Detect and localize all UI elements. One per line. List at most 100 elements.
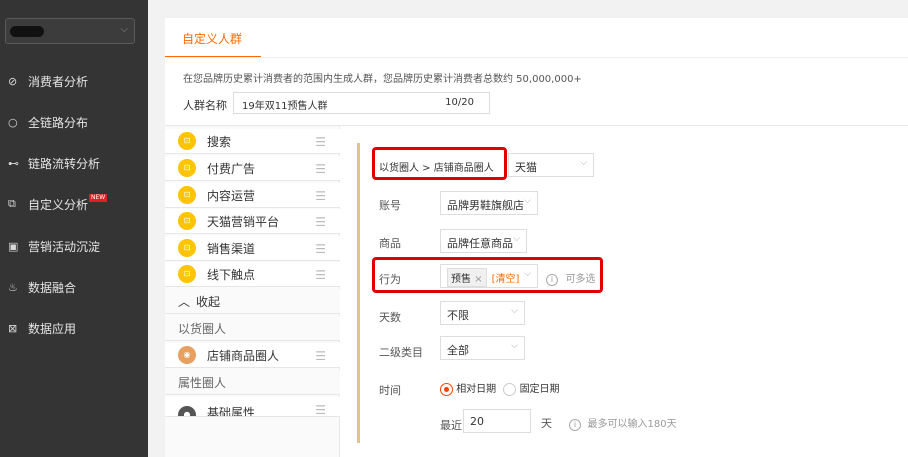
drag-handle-icon[interactable]: ☰ [315, 349, 326, 363]
time-radio-group: 相对日期 固定日期 [440, 380, 560, 396]
days-value: 不限 [447, 309, 469, 322]
crowd-description: 在您品牌历史累计消费者的范围内生成人群，您品牌历史累计消费者总数约 50,000… [183, 74, 582, 85]
chevron-down-icon: ⌵ [511, 341, 518, 351]
platform-select[interactable]: 天猫 ⌵ [508, 153, 594, 177]
behavior-tag[interactable]: 预售 × [447, 268, 487, 287]
sidebar-item-data-fusion[interactable]: ♨ 数据融合 [0, 267, 148, 307]
category-label: 销售渠道 [207, 241, 256, 256]
drag-handle-icon[interactable]: ☰ [315, 135, 326, 149]
drag-handle-icon[interactable]: ☰ [315, 189, 326, 203]
condition-panel: 以货圈人 > 店铺商品圈人 天猫 ⌵ 账号 品牌男鞋旗舰店 ⌵ 商品 品牌任意商… [357, 143, 908, 443]
sidebar-item-custom-analysis[interactable]: ⧉ 自定义分析 NEW [0, 184, 148, 224]
search-category-icon: ⊡ [178, 132, 196, 150]
drag-handle-icon[interactable]: ☰ [315, 215, 326, 229]
category-select[interactable]: 全部 ⌵ [440, 336, 525, 360]
recent-label: 最近 [440, 419, 462, 432]
paid-ads-category-icon: ⊡ [178, 159, 196, 177]
category-value: 全部 [447, 344, 469, 357]
category-item-shop-goods[interactable]: ◉ 店铺商品圈人 ☰ [165, 343, 340, 368]
relative-date-label: 相对日期 [456, 384, 497, 395]
section-label: 属性圈人 [178, 375, 227, 390]
product-select[interactable]: 品牌任意商品 ⌵ [440, 229, 527, 253]
recent-days-value: 20 [470, 415, 484, 428]
product-label: 商品 [379, 237, 401, 250]
category-label: 二级类目 [379, 346, 423, 359]
sidebar: ⌵ ⊘ 消费者分析 ○ 全链路分布 ⊷ 链路流转分析 ⧉ 自定义分析 NEW ▣… [0, 0, 148, 457]
drag-handle-icon[interactable]: ☰ [315, 268, 326, 282]
chevron-down-icon: ⌵ [511, 306, 518, 316]
radio-fixed-date[interactable] [503, 382, 517, 396]
sidebar-item-full-chain[interactable]: ○ 全链路分布 [0, 102, 148, 142]
category-item-paid-ads[interactable]: ⊡ 付费广告 ☰ [165, 156, 340, 181]
product-value: 品牌任意商品 [447, 237, 513, 250]
category-item-content[interactable]: ⊡ 内容运营 ☰ [165, 183, 340, 208]
radio-relative-date[interactable] [440, 382, 453, 396]
chain-flow-icon: ⊷ [8, 156, 19, 170]
chevron-down-icon: ⌵ [120, 24, 128, 35]
crowd-name-label: 人群名称 [183, 99, 227, 112]
breadcrumb: 以货圈人 > 店铺商品圈人 [379, 163, 494, 174]
recent-hint: 最多可以输入180天 [587, 419, 677, 430]
tab-custom-crowd[interactable]: 自定义人群 [165, 18, 261, 58]
chevron-down-icon: ⌵ [524, 196, 531, 206]
category-label: 店铺商品圈人 [207, 348, 280, 363]
section-header-goods: 以货圈人 [165, 316, 340, 341]
category-label: 搜索 [207, 134, 232, 149]
account-label: 账号 [379, 199, 401, 212]
sidebar-item-label: 营销活动沉淀 [28, 239, 101, 254]
brand-selector[interactable]: ⌵ [5, 18, 135, 44]
behavior-hint-group: i 可多选 [546, 270, 596, 286]
chevron-up-icon: ︿ [178, 294, 191, 309]
crowd-name-input[interactable]: 19年双11预售人群 10/20 [233, 92, 490, 114]
category-item-tmall-marketing[interactable]: ⊡ 天猫营销平台 ☰ [165, 209, 340, 234]
section-header-attributes: 属性圈人 [165, 370, 340, 395]
category-item-search[interactable]: ⊡ 搜索 ☰ [165, 129, 340, 154]
data-fusion-icon: ♨ [8, 280, 18, 294]
category-label: 内容运营 [207, 188, 256, 203]
platform-value: 天猫 [515, 161, 537, 174]
sidebar-item-data-app[interactable]: ⊠ 数据应用 [0, 308, 148, 348]
sidebar-item-label: 数据应用 [28, 321, 77, 336]
content-category-icon: ⊡ [178, 186, 196, 204]
category-item-offline[interactable]: ⊡ 线下触点 ☰ [165, 262, 340, 287]
sidebar-item-consumer-analysis[interactable]: ⊘ 消费者分析 [0, 61, 148, 101]
drag-handle-icon[interactable]: ☰ [315, 162, 326, 176]
sidebar-item-label: 自定义分析 [28, 197, 89, 212]
info-icon: i [546, 274, 558, 286]
behavior-label: 行为 [379, 273, 401, 286]
sidebar-item-label: 全链路分布 [28, 115, 89, 130]
fixed-date-label: 固定日期 [519, 384, 560, 395]
offline-category-icon: ⊡ [178, 265, 196, 283]
category-label: 线下触点 [207, 267, 256, 282]
chevron-down-icon: ⌵ [524, 269, 531, 279]
sidebar-item-campaign[interactable]: ▣ 营销活动沉淀 [0, 226, 148, 266]
sidebar-item-label: 数据融合 [28, 280, 77, 295]
drag-handle-icon[interactable]: ☰ [315, 403, 326, 416]
clear-button[interactable]: [清空] [492, 274, 520, 285]
category-label: 付费广告 [207, 161, 256, 176]
brand-logo [10, 26, 44, 37]
recent-hint-group: i 最多可以输入180天 [569, 415, 677, 431]
drag-handle-icon[interactable]: ☰ [315, 242, 326, 256]
close-icon[interactable]: × [474, 274, 482, 285]
chevron-down-icon: ⌵ [580, 158, 587, 168]
category-item-sales-channel[interactable]: ⊡ 销售渠道 ☰ [165, 236, 340, 261]
collapse-button[interactable]: ︿ 收起 [165, 289, 340, 314]
data-app-icon: ⊠ [8, 321, 18, 335]
sidebar-item-label: 消费者分析 [28, 74, 89, 89]
crowd-name-value: 19年双11预售人群 [242, 101, 328, 112]
days-label: 天数 [379, 311, 401, 324]
category-label: 基础属性 [207, 406, 256, 417]
recent-unit: 天 [541, 417, 552, 430]
sidebar-item-chain-flow[interactable]: ⊷ 链路流转分析 [0, 143, 148, 183]
account-select[interactable]: 品牌男鞋旗舰店 ⌵ [440, 191, 538, 215]
sales-channel-category-icon: ⊡ [178, 239, 196, 257]
behavior-select[interactable]: 预售 × [清空] ⌵ [440, 264, 538, 288]
category-item-basic-attr[interactable]: ● 基础属性 ☰ [165, 397, 340, 417]
tab-divider [165, 57, 908, 58]
full-chain-icon: ○ [8, 115, 18, 129]
behavior-hint: 可多选 [565, 274, 596, 285]
recent-days-input[interactable]: 20 [463, 409, 531, 433]
days-select[interactable]: 不限 ⌵ [440, 301, 525, 325]
crowd-name-counter: 10/20 [445, 97, 474, 108]
